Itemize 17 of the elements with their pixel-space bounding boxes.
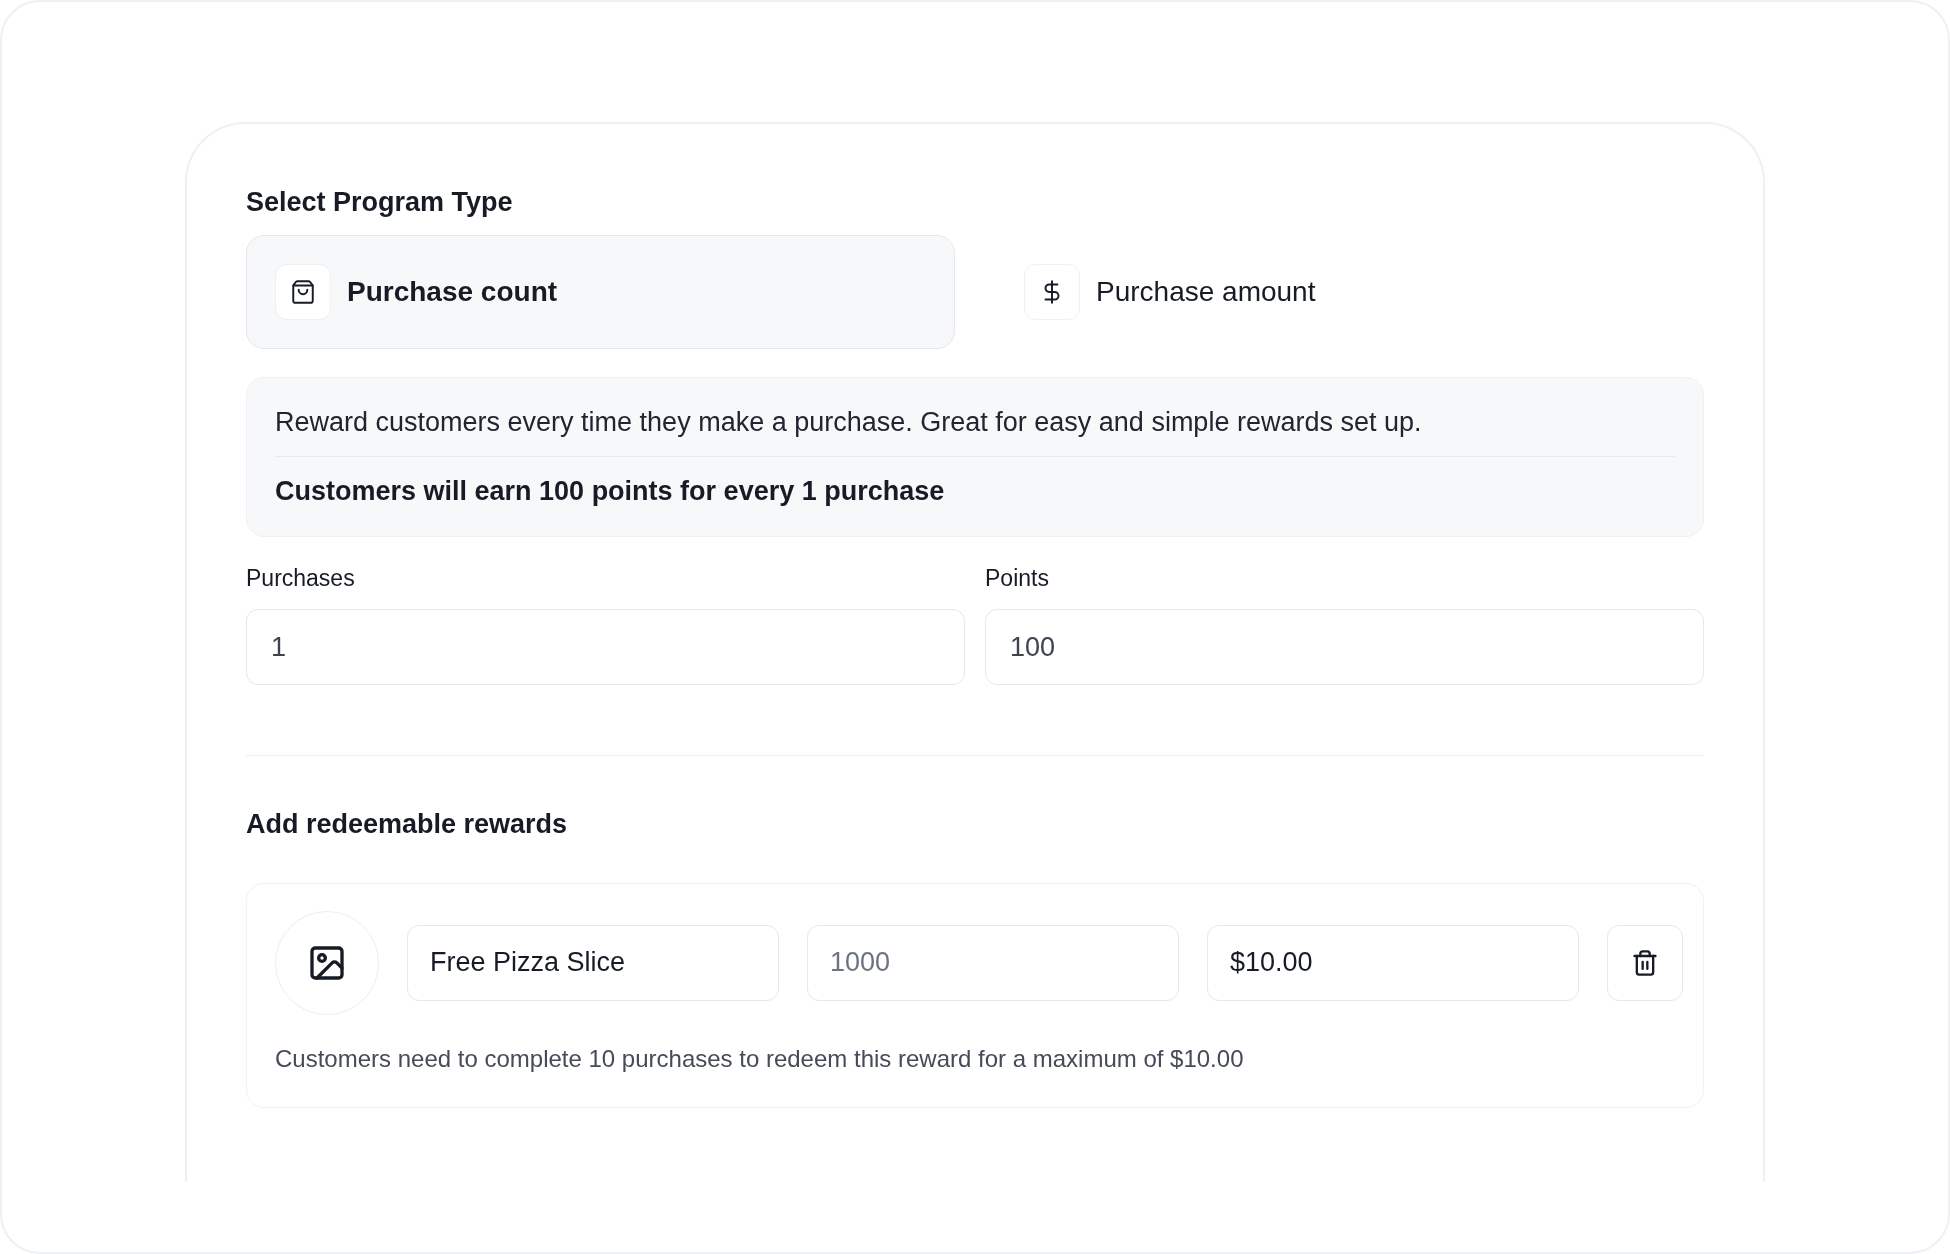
delete-button[interactable] <box>1607 924 1683 1001</box>
trash-icon <box>1631 948 1659 977</box>
description-text: Reward customers every time they make a purchase. Great for easy and simple rewards set up. <box>275 405 1423 439</box>
dollar-icon <box>1024 263 1080 320</box>
section-title: Add redeemable rewards <box>246 808 569 841</box>
number-field[interactable]: 100 <box>985 609 1704 685</box>
points-field[interactable]: 1000 <box>807 924 1179 1001</box>
reward-name-field[interactable]: Free Pizza Slice <box>407 924 779 1001</box>
number-field[interactable]: 1 <box>246 609 965 685</box>
section-title: Select Program Type <box>246 186 514 219</box>
field-label: Purchases <box>246 563 356 593</box>
program-type-option[interactable]: Purchase count <box>246 234 955 349</box>
shopping-bag-icon <box>275 263 331 320</box>
reward-note: Customers need to complete 10 purchases to redeem this reward for a maximum of $10.00 <box>275 1043 1245 1074</box>
summary-text: Customers will earn 100 points for every 1 purchase <box>275 475 946 508</box>
price-field[interactable]: $10.00 <box>1207 924 1579 1001</box>
field-label: Points <box>985 563 1050 593</box>
